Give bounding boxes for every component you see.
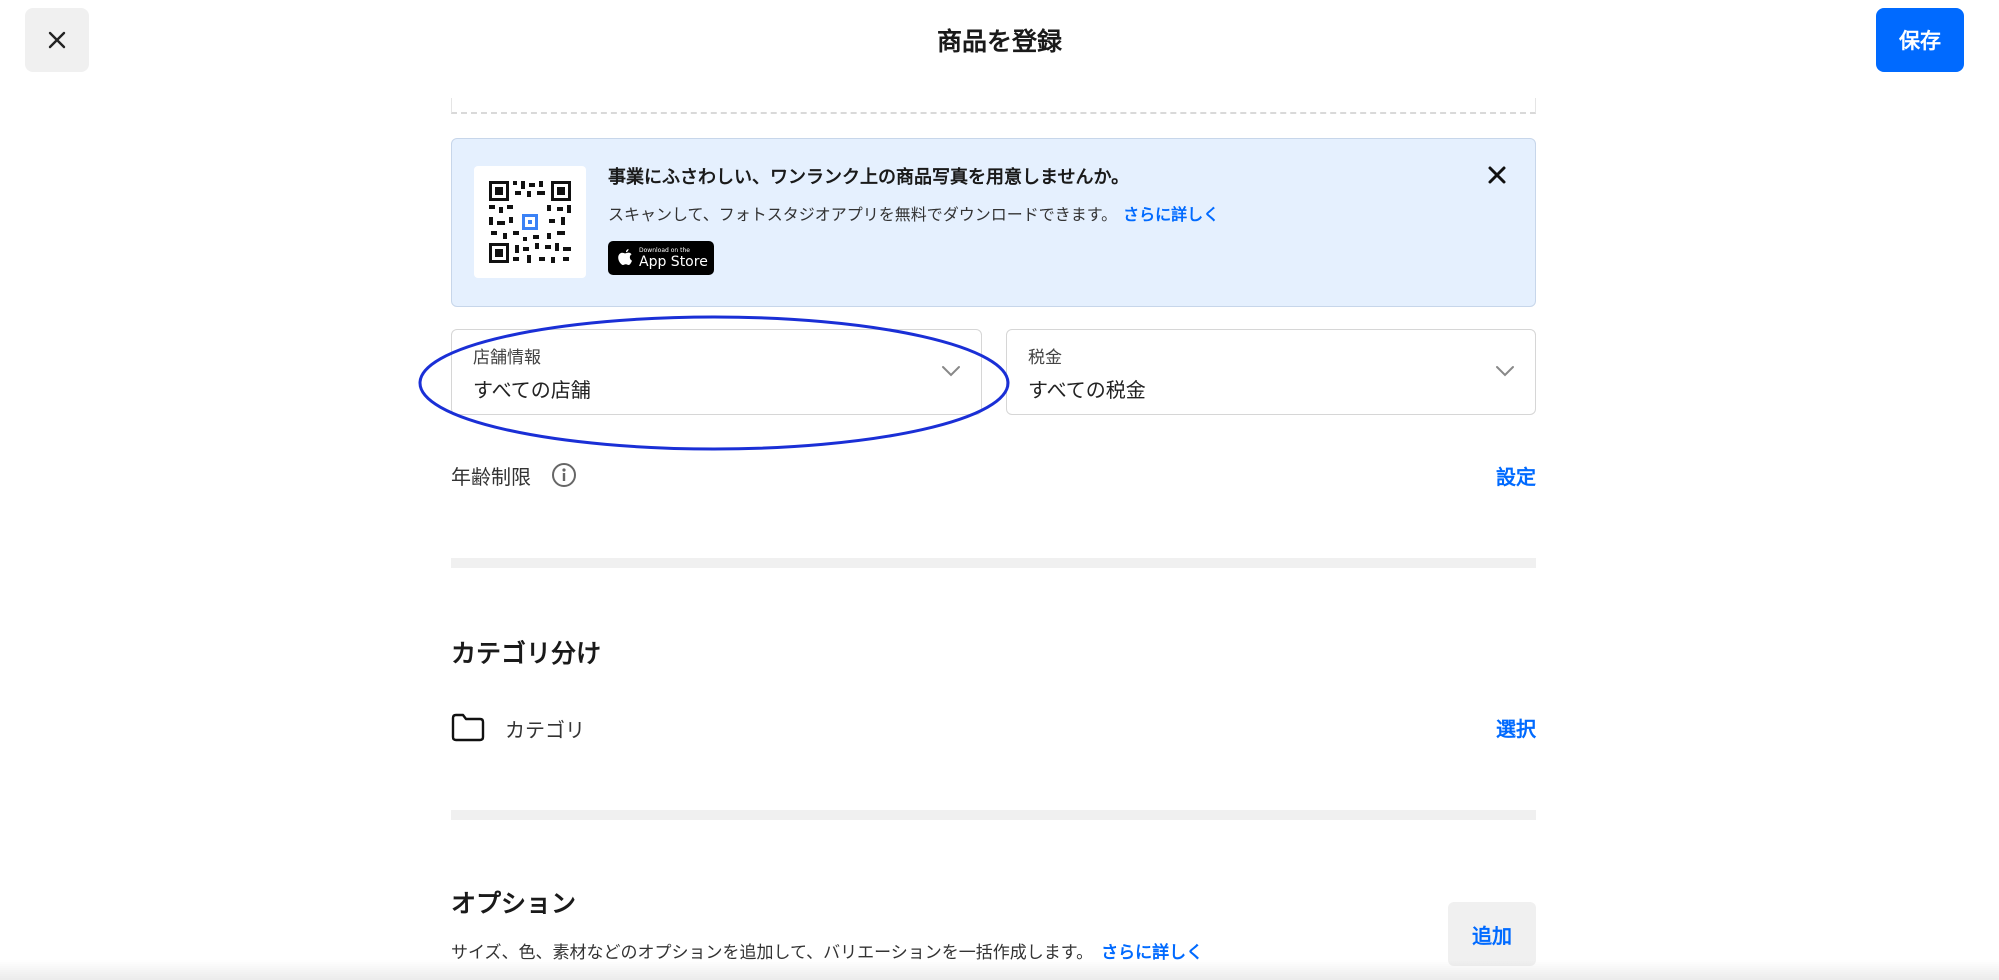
category-label: カテゴリ [505,718,585,742]
category-select-link[interactable]: 選択 [1496,713,1536,742]
qr-code [474,166,586,278]
upload-area-edge [451,98,1536,114]
tax-select-label: 税金 [1028,348,1062,368]
store-select-label: 店舗情報 [473,348,541,368]
age-restriction-set-link[interactable]: 設定 [1496,461,1536,490]
banner-description: スキャンして、フォトスタジオアプリを無料でダウンロードできます。 さらに詳しく [608,201,1219,225]
age-restriction-label: 年齢制限 [451,465,531,489]
banner-close-icon[interactable] [1485,163,1509,187]
app-store-badge[interactable]: Download on the App Store [608,241,714,275]
page-title: 商品を登録 [936,27,1062,56]
photo-studio-banner: 事業にふさわしい、ワンランク上の商品写真を用意しませんか。 スキャンして、フォト… [451,138,1536,307]
category-row: カテゴリ 選択 [451,710,1536,744]
qr-code-icon [487,179,573,265]
category-section-title: カテゴリ分け [451,639,602,668]
tax-select[interactable]: 税金 すべての税金 [1006,329,1536,415]
folder-icon [451,713,485,742]
store-select-value: すべての店舗 [473,378,591,402]
tax-select-value: すべての税金 [1028,378,1146,402]
apple-icon [618,249,632,265]
app-store-small-text: Download on the [639,246,690,254]
chevron-down-icon [1496,366,1514,377]
add-option-button[interactable]: 追加 [1448,902,1536,966]
section-divider [451,810,1536,820]
save-button[interactable]: 保存 [1876,8,1964,72]
age-restriction-row: 年齢制限 設定 [451,458,1536,490]
banner-title: 事業にふさわしい、ワンランク上の商品写真を用意しませんか。 [608,167,1130,188]
bottom-shadow [0,960,1999,980]
chevron-down-icon [942,366,960,377]
app-store-text: Download on the App Store [639,247,708,270]
store-select[interactable]: 店舗情報 すべての店舗 [451,329,982,415]
section-divider [451,558,1536,568]
banner-learn-more-link[interactable]: さらに詳しく [1123,205,1219,224]
app-store-big-text: App Store [639,253,708,270]
info-icon[interactable] [551,462,577,488]
banner-description-text: スキャンして、フォトスタジオアプリを無料でダウンロードできます。 [608,205,1118,224]
options-section-title: オプション [451,889,577,918]
